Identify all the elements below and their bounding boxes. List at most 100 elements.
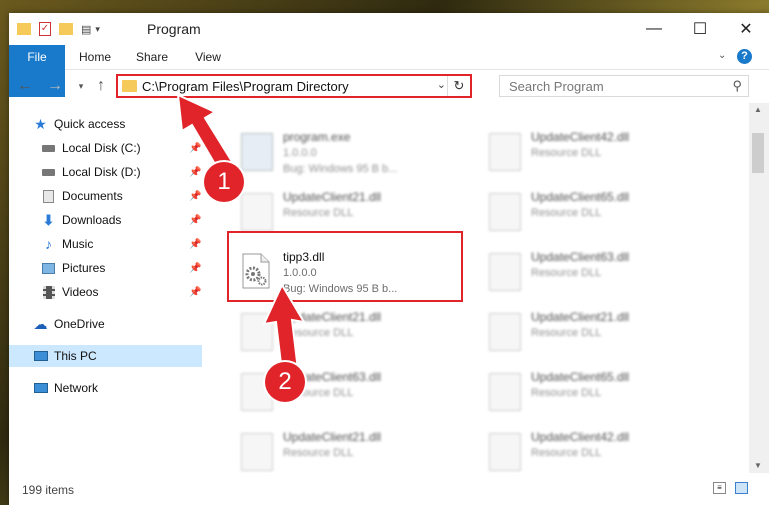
pin-icon: 📌 [189,214,202,226]
nav-onedrive[interactable]: ☁ OneDrive [9,313,202,335]
file-version: 1.0.0.0 [283,147,317,159]
documents-icon [41,189,56,203]
drive-icon [41,141,56,155]
new-folder-icon[interactable] [59,23,73,35]
nav-label: Pictures [62,261,106,275]
download-arrow-icon: ⬇ [42,211,55,228]
pin-icon: 📌 [189,238,202,250]
file-description: Resource DLL [531,447,602,459]
file-item[interactable]: UpdateClient21.dll Resource DLL [235,185,465,237]
dll-file-icon [489,133,521,171]
pictures-icon [41,261,56,275]
tab-home[interactable]: Home [71,45,119,69]
dll-file-icon [241,433,273,471]
nav-downloads[interactable]: ⬇ Downloads 📌 [9,209,202,231]
up-button[interactable]: ↑ [91,76,111,96]
dll-file-icon [489,193,521,231]
file-description: Resource DLL [283,447,354,459]
star-icon: ★ [34,115,47,132]
search-icon[interactable]: ⚲ [732,78,742,94]
file-item[interactable]: UpdateClient21.dll Resource DLL [235,305,465,357]
close-button[interactable]: ✕ [723,13,769,45]
file-description: Resource DLL [283,207,354,219]
file-name: UpdateClient21.dll [283,310,382,324]
explorer-window: ✓ ▤ ▾ Program — ☐ ✕ File Home Share View… [9,13,769,505]
large-icons-view-icon[interactable] [735,482,748,494]
file-item[interactable]: UpdateClient42.dll Resource DLL [483,425,713,473]
pin-icon: 📌 [189,190,202,202]
item-count: 199 items [22,483,75,497]
file-item-program-exe[interactable]: program.exe 1.0.0.0 Bug: Windows 95 B b.… [235,125,465,177]
nav-quick-access[interactable]: ★ Quick access [9,113,202,135]
nav-local-disk-c[interactable]: Local Disk (C:) 📌 [9,137,202,159]
address-bar[interactable]: C:\Program Files\Program Directory ⌄ ↻ [116,74,472,98]
address-row: ← → ▾ ↑ C:\Program Files\Program Directo… [9,69,769,103]
status-bar: 199 items ≡ [9,473,769,505]
file-name: UpdateClient65.dll [531,370,630,384]
navigation-pane: ★ Quick access Local Disk (C:) 📌 Local D… [9,103,207,473]
tab-view[interactable]: View [185,45,231,69]
refresh-button[interactable]: ↻ [447,76,470,96]
file-item[interactable]: UpdateClient42.dll Resource DLL [483,125,713,177]
file-description: Resource DLL [283,327,354,339]
nav-music[interactable]: ♪ Music 📌 [9,233,202,255]
forward-button[interactable]: → [45,76,65,96]
file-name: UpdateClient21.dll [283,430,382,444]
file-item[interactable]: UpdateClient21.dll Resource DLL [235,425,465,473]
videos-icon [41,285,56,299]
search-input[interactable]: Search Program ⚲ [499,75,749,97]
back-button[interactable]: ← [15,76,35,96]
folder-icon [122,80,137,92]
file-item[interactable]: UpdateClient21.dll Resource DLL [483,305,713,357]
file-item[interactable]: UpdateClient65.dll Resource DLL [483,365,713,417]
nav-label: Network [54,381,99,395]
window-title: Program [147,21,201,37]
details-view-icon[interactable]: ≡ [713,482,726,494]
properties-icon[interactable]: ✓ [39,22,51,36]
search-placeholder: Search Program [509,79,604,94]
nav-local-disk-d[interactable]: Local Disk (D:) 📌 [9,161,202,183]
file-description: Resource DLL [531,267,602,279]
nav-this-pc[interactable]: This PC [9,345,202,367]
chevron-down-icon[interactable]: ▾ [95,24,100,35]
help-icon[interactable]: ? [737,49,752,64]
file-item[interactable]: UpdateClient65.dll Resource DLL [483,185,713,237]
nav-label: Videos [62,285,99,299]
nav-label: Local Disk (C:) [62,141,141,155]
tab-share[interactable]: Share [129,45,175,69]
nav-label: Music [62,237,94,251]
nav-network[interactable]: Network [9,377,202,399]
pin-icon: 📌 [189,286,202,298]
file-name: UpdateClient65.dll [531,190,630,204]
dll-file-icon [489,433,521,471]
scroll-thumb[interactable] [752,133,764,173]
nav-label: Documents [62,189,123,203]
highlight-box [227,231,463,302]
maximize-button[interactable]: ☐ [677,13,723,45]
pin-icon: 📌 [189,166,202,178]
computer-icon [33,349,48,363]
nav-label: Local Disk (D:) [62,165,141,179]
nav-videos[interactable]: Videos 📌 [9,281,202,303]
file-item[interactable]: UpdateClient63.dll Resource DLL [483,245,713,297]
minimize-button[interactable]: — [631,13,677,45]
file-name: UpdateClient42.dll [531,130,630,144]
nav-pictures[interactable]: Pictures 📌 [9,257,202,279]
nav-label: OneDrive [54,317,105,331]
folder-icon[interactable] [17,23,31,35]
dll-file-icon [489,373,521,411]
nav-label: This PC [54,349,97,363]
pin-icon: 📌 [189,262,202,274]
vertical-scrollbar[interactable]: ▲ ▼ [749,103,769,473]
scroll-up-icon[interactable]: ▲ [754,105,762,114]
file-name: UpdateClient42.dll [531,430,630,444]
recent-locations-button[interactable]: ▾ [71,76,91,96]
chevron-down-icon[interactable]: ⌄ [437,78,446,91]
title-bar: ✓ ▤ ▾ Program — ☐ ✕ [9,13,769,45]
exe-file-icon [241,133,273,171]
scroll-down-icon[interactable]: ▼ [754,461,762,470]
file-description: Resource DLL [531,387,602,399]
expand-ribbon-icon[interactable]: ⌄ [718,50,726,61]
customize-icon[interactable]: ▤ [81,23,91,36]
nav-documents[interactable]: Documents 📌 [9,185,202,207]
